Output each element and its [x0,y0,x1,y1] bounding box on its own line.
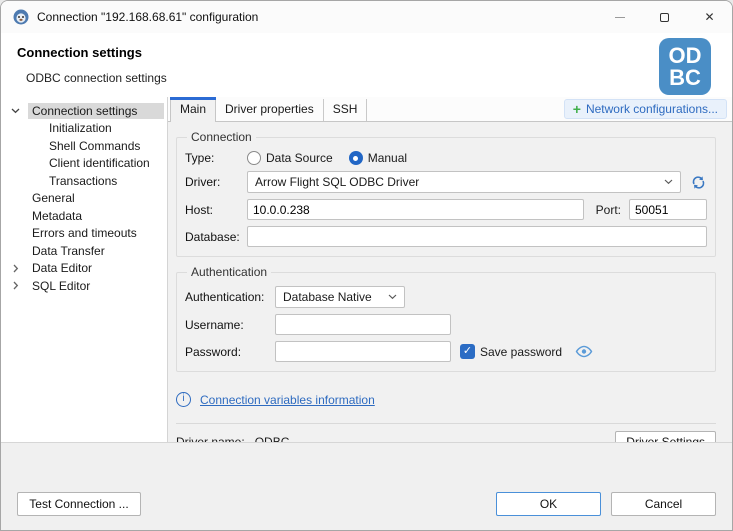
host-row: Host: Port: [185,199,707,220]
ok-button[interactable]: OK [496,492,601,516]
authentication-group-legend: Authentication [187,265,271,279]
divider [176,423,716,424]
authentication-label: Authentication: [185,290,275,304]
main-tab-panel: Connection Type: Data Source Manual Driv… [168,122,732,442]
maximize-icon [660,13,669,22]
tree-item-data-transfer[interactable]: Data Transfer [1,242,167,260]
tab-driver-properties[interactable]: Driver properties [216,99,324,121]
page-title: Connection settings [17,45,142,60]
tree-item-connection-settings[interactable]: Connection settings [1,102,167,120]
driver-select[interactable]: Arrow Flight SQL ODBC Driver [247,171,681,193]
dialog-header: Connection settings ODBC connection sett… [1,33,732,97]
connection-variables-link[interactable]: Connection variables information [200,393,375,407]
manual-radio[interactable] [349,151,363,165]
cancel-button[interactable]: Cancel [611,492,716,516]
close-icon: ✕ [704,10,714,24]
close-button[interactable]: ✕ [687,1,732,33]
host-label: Host: [185,203,247,217]
data-source-radio[interactable] [247,151,261,165]
manual-radio-label[interactable]: Manual [368,151,407,165]
connection-group: Connection Type: Data Source Manual Driv… [176,130,716,257]
variables-info-row: i Connection variables information [176,392,716,407]
username-label: Username: [185,318,275,332]
page-subtitle: ODBC connection settings [26,71,167,85]
tab-main[interactable]: Main [170,97,216,122]
tree-item-data-editor[interactable]: Data Editor [1,260,167,278]
minimize-icon [615,17,625,18]
refresh-driver-icon[interactable] [690,174,707,191]
tree-item-shell-commands[interactable]: Shell Commands [1,137,167,155]
authentication-group: Authentication Authentication: Database … [176,265,716,372]
chevron-down-icon [380,294,397,300]
tree-item-transactions[interactable]: Transactions [1,172,167,190]
username-input[interactable] [275,314,451,335]
chevron-right-icon[interactable] [9,264,22,273]
settings-tree: Connection settings Initialization Shell… [1,97,168,442]
network-configurations-button[interactable]: + Network configurations... [564,99,727,119]
plus-icon: + [573,104,581,114]
info-icon: i [176,392,191,407]
odbc-logo: OD BC [659,38,711,95]
driver-row: Driver: Arrow Flight SQL ODBC Driver [185,171,707,193]
connection-group-legend: Connection [187,130,256,144]
tree-item-sql-editor[interactable]: SQL Editor [1,277,167,295]
database-label: Database: [185,230,247,244]
tab-bar: Main Driver properties SSH + Network con… [168,97,732,122]
host-input[interactable] [247,199,584,220]
password-input[interactable] [275,341,451,362]
database-row: Database: [185,226,707,247]
chevron-down-icon [656,179,673,185]
maximize-button[interactable] [642,1,687,33]
tree-item-client-identification[interactable]: Client identification [1,155,167,173]
tree-item-general[interactable]: General [1,190,167,208]
window-title: Connection "192.168.68.61" configuration [37,10,258,24]
chevron-down-icon[interactable] [9,108,22,114]
port-label: Port: [596,203,621,217]
type-label: Type: [185,151,247,165]
save-password-checkbox[interactable]: ✓ [460,344,475,359]
database-input[interactable] [247,226,707,247]
tree-item-metadata[interactable]: Metadata [1,207,167,225]
test-connection-button[interactable]: Test Connection ... [17,492,141,516]
driver-label: Driver: [185,175,247,189]
password-label: Password: [185,345,275,359]
type-row: Type: Data Source Manual [185,151,707,165]
authentication-select[interactable]: Database Native [275,286,405,308]
connection-configuration-dialog: Connection "192.168.68.61" configuration… [0,0,733,531]
dialog-footer: Test Connection ... OK Cancel [1,442,732,530]
authentication-row: Authentication: Database Native [185,286,707,308]
tree-item-errors-and-timeouts[interactable]: Errors and timeouts [1,225,167,243]
show-password-eye-icon[interactable] [575,345,593,358]
minimize-button[interactable] [597,1,642,33]
tab-ssh[interactable]: SSH [324,99,368,121]
username-row: Username: [185,314,707,335]
tree-item-initialization[interactable]: Initialization [1,120,167,138]
chevron-right-icon[interactable] [9,281,22,290]
port-input[interactable] [629,199,707,220]
title-bar: Connection "192.168.68.61" configuration… [1,1,732,33]
app-icon [13,9,29,25]
data-source-radio-label[interactable]: Data Source [266,151,333,165]
save-password-label[interactable]: Save password [480,345,562,359]
password-row: Password: ✓ Save password [185,341,707,362]
